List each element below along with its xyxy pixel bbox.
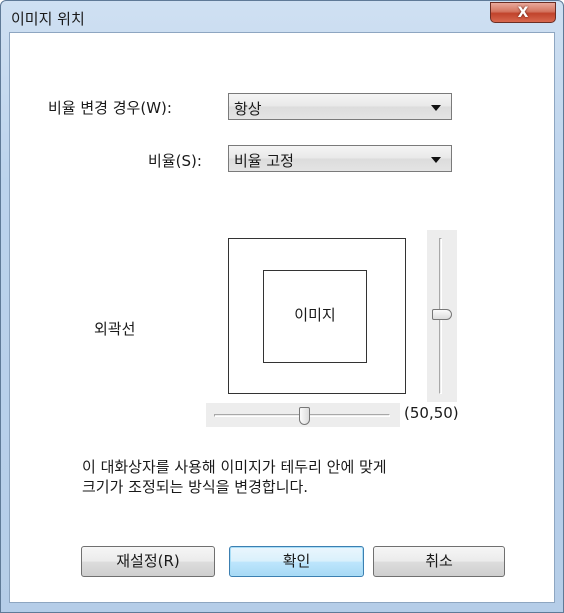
cancel-button[interactable]: 취소 — [373, 546, 505, 577]
scale-value: 비율 고정 — [234, 152, 294, 170]
title-bar[interactable]: 이미지 위치 X — [1, 1, 563, 33]
close-button[interactable]: X — [490, 2, 556, 23]
reset-button[interactable]: 재설정(R) — [81, 546, 215, 577]
image-preview-label: 이미지 — [294, 306, 336, 324]
dialog-client-area: 비율 변경 경우(W): 항상 비율(S): 비율 고정 외곽선 이미지 (50… — [9, 32, 555, 603]
scale-when-dropdown[interactable]: 항상 — [228, 93, 452, 120]
ok-button[interactable]: 확인 — [229, 546, 364, 577]
dialog-window: 이미지 위치 X 비율 변경 경우(W): 항상 비율(S): 비율 고정 외곽… — [0, 0, 564, 613]
close-icon: X — [517, 4, 529, 21]
scale-label: 비율(S): — [148, 152, 202, 170]
window-title: 이미지 위치 — [11, 10, 85, 28]
image-preview-box: 이미지 — [263, 270, 367, 363]
description-text: 이 대화상자를 사용해 이미지가 테두리 안에 맞게 크기가 조정되는 방식을 … — [82, 457, 387, 497]
scale-dropdown[interactable]: 비율 고정 — [228, 145, 452, 172]
scale-when-value: 항상 — [234, 100, 262, 118]
horizontal-slider-thumb[interactable] — [299, 407, 310, 425]
position-readout: (50,50) — [404, 404, 459, 422]
vertical-slider-thumb[interactable] — [432, 309, 452, 320]
border-label: 외곽선 — [94, 320, 136, 338]
chevron-down-icon — [431, 157, 441, 163]
scale-when-label: 비율 변경 경우(W): — [48, 99, 172, 117]
description-line-1: 이 대화상자를 사용해 이미지가 테두리 안에 맞게 — [82, 458, 387, 476]
description-line-2: 크기가 조정되는 방식을 변경합니다. — [82, 478, 309, 496]
chevron-down-icon — [431, 105, 441, 111]
